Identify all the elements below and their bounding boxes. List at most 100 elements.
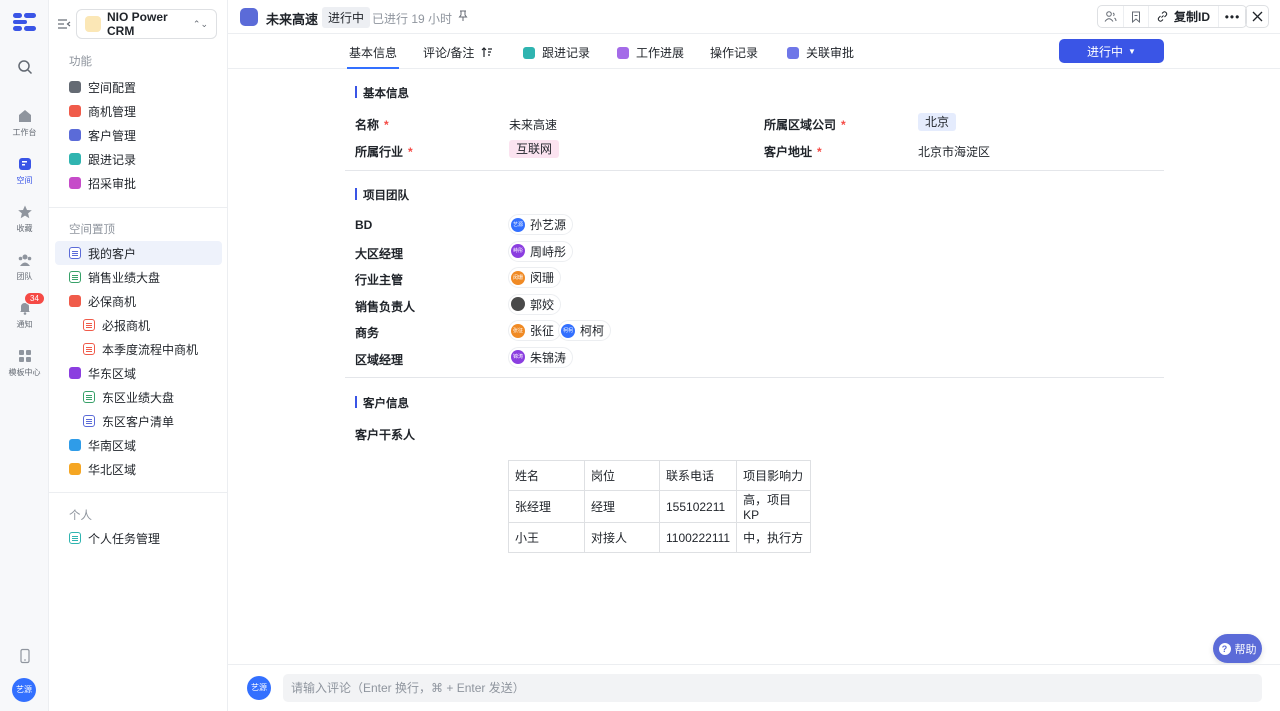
sidebar-item-label: 必保商机 [88,294,137,309]
rail-label: 通知 [16,320,33,329]
sidebar-item-followups[interactable]: 跟进记录 [55,147,222,171]
column-header: 姓名 [508,460,585,491]
followup-icon [523,46,535,59]
tab-operation-log[interactable]: 操作记录 [710,44,758,61]
doc-icon [83,343,95,355]
comment-input[interactable] [283,674,1262,702]
collapse-sidebar-icon[interactable] [57,17,71,31]
help-button[interactable]: ? 帮助 [1213,634,1262,663]
mobile-icon[interactable] [0,648,49,667]
sidebar-item-east-region[interactable]: 华东区域 [55,361,222,385]
sidebar-item-label: 空间配置 [88,80,137,95]
close-button[interactable] [1245,5,1269,28]
workspace-switcher[interactable]: NIO Power CRM ⌃⌄ [76,9,217,39]
person-name: 闵珊 [530,271,555,285]
rail-favorites[interactable]: 收藏 [0,204,49,234]
person-name: 孙艺源 [530,218,567,232]
sidebar-item-label: 华南区域 [88,438,137,453]
app-logo[interactable] [13,12,36,32]
avatar [511,297,525,311]
sidebar-item-quarter-pipeline[interactable]: 本季度流程中商机 [55,337,222,361]
rail-label: 团队 [16,272,33,281]
sidebar-item-label: 个人任务管理 [88,531,161,546]
copy-id-button[interactable]: 复制ID [1149,6,1219,27]
person-chip[interactable]: 峙彤 周峙彤 [508,240,574,262]
table-cell[interactable]: 中，执行方 [736,522,812,553]
person-chip[interactable]: 张征 张征 [508,320,562,341]
sidebar-item-personal-tasks[interactable]: 个人任务管理 [55,526,222,550]
tab-progress[interactable]: 工作进展 [617,44,684,61]
sidebar-item-east-customers[interactable]: 东区客户清单 [55,409,222,433]
rail-space[interactable]: 空间 [0,156,49,186]
field-value-name[interactable]: 未来高速 [509,116,557,133]
field-value-industry[interactable]: 互联网 [509,140,560,158]
table-header-row: 姓名 岗位 联系电话 项目影响力 [508,460,812,491]
status-badge[interactable]: 进行中 [322,7,371,28]
link-icon [1157,11,1168,22]
person-chip[interactable]: 艺源 孙艺源 [508,214,574,235]
tab-followups[interactable]: 跟进记录 [523,44,590,61]
sidebar-item-label: 华东区域 [88,366,137,381]
sidebar-item-customers[interactable]: 客户管理 [55,123,222,147]
table-cell[interactable]: 经理 [584,490,660,523]
rail-workbench[interactable]: 工作台 [0,108,49,138]
table-cell[interactable]: 高，项目KP [736,490,812,523]
sidebar-item-must-win[interactable]: 必保商机 [55,289,222,313]
person-chip[interactable]: 闵珊 闵珊 [508,267,562,288]
sidebar-item-must-report[interactable]: 必报商机 [55,313,222,337]
sidebar-item-label: 本季度流程中商机 [102,342,199,357]
folder-icon [69,295,81,307]
progress-status-button[interactable]: 进行中 ▼ [1059,39,1164,63]
table-cell[interactable]: 对接人 [584,522,660,553]
more-button[interactable]: ••• [1219,6,1246,27]
sidebar-item-north-region[interactable]: 华北区域 [55,457,222,481]
sidebar-item-procurement[interactable]: 招采审批 [55,171,222,195]
doc-icon [83,415,95,427]
rail-notifications[interactable]: 34 通知 [0,292,49,330]
bookmark-button[interactable] [1124,6,1149,27]
person-chip[interactable]: 锦涛 朱锦涛 [508,346,574,368]
tab-label: 工作进展 [636,46,685,60]
sidebar-item-label: 商机管理 [88,104,137,119]
doc-icon [83,391,95,403]
search-icon[interactable] [0,59,49,78]
members-icon [1104,11,1117,22]
avatar: 锦涛 [511,350,525,364]
sidebar-item-space-config[interactable]: 空间配置 [55,75,222,99]
divider [49,492,228,493]
section-project-team: 项目团队 [355,187,409,203]
tab-related-approvals[interactable]: 关联审批 [787,44,854,61]
person-chip[interactable]: 郭姣 [508,293,562,315]
rail-label: 空间 [16,176,33,185]
rail-team[interactable]: 团队 [0,252,49,282]
column-header: 联系电话 [658,460,738,491]
table-cell[interactable]: 1100222111 [658,522,738,553]
sidebar-item-opportunities[interactable]: 商机管理 [55,99,222,123]
tab-comments[interactable]: 评论/备注 [423,44,493,61]
person-chip[interactable]: 柯柯 柯柯 [558,320,612,341]
table-cell[interactable]: 小王 [508,522,585,553]
pin-icon[interactable] [457,10,469,22]
sidebar-item-south-region[interactable]: 华南区域 [55,433,222,457]
user-avatar[interactable]: 艺源 [12,678,36,702]
sidebar-item-my-customers[interactable]: 我的客户 [55,241,222,265]
sidebar-item-label: 东区客户清单 [102,414,175,429]
avatar: 艺源 [511,217,525,232]
tab-basic-info[interactable]: 基本信息 [346,44,400,69]
opportunity-icon [69,105,81,117]
table-cell[interactable]: 张经理 [508,490,585,523]
tab-label: 操作记录 [710,46,759,60]
members-button[interactable] [1098,6,1124,27]
field-value-address[interactable]: 北京市海淀区 [918,143,990,160]
rail-templates[interactable]: 模板中心 [0,348,49,378]
close-icon [1252,11,1262,22]
person-name: 张征 [530,324,555,338]
customer-icon [69,129,81,141]
table-cell[interactable]: 155102211 [658,490,738,523]
sidebar-item-east-dashboard[interactable]: 东区业绩大盘 [55,385,222,409]
sidebar-item-label: 跟进记录 [88,152,137,167]
sort-icon[interactable] [481,47,493,58]
field-value-region[interactable]: 北京 [918,113,957,131]
header-actions: 复制ID ••• [1097,5,1247,28]
sidebar-item-sales-dashboard[interactable]: 销售业绩大盘 [55,265,222,289]
